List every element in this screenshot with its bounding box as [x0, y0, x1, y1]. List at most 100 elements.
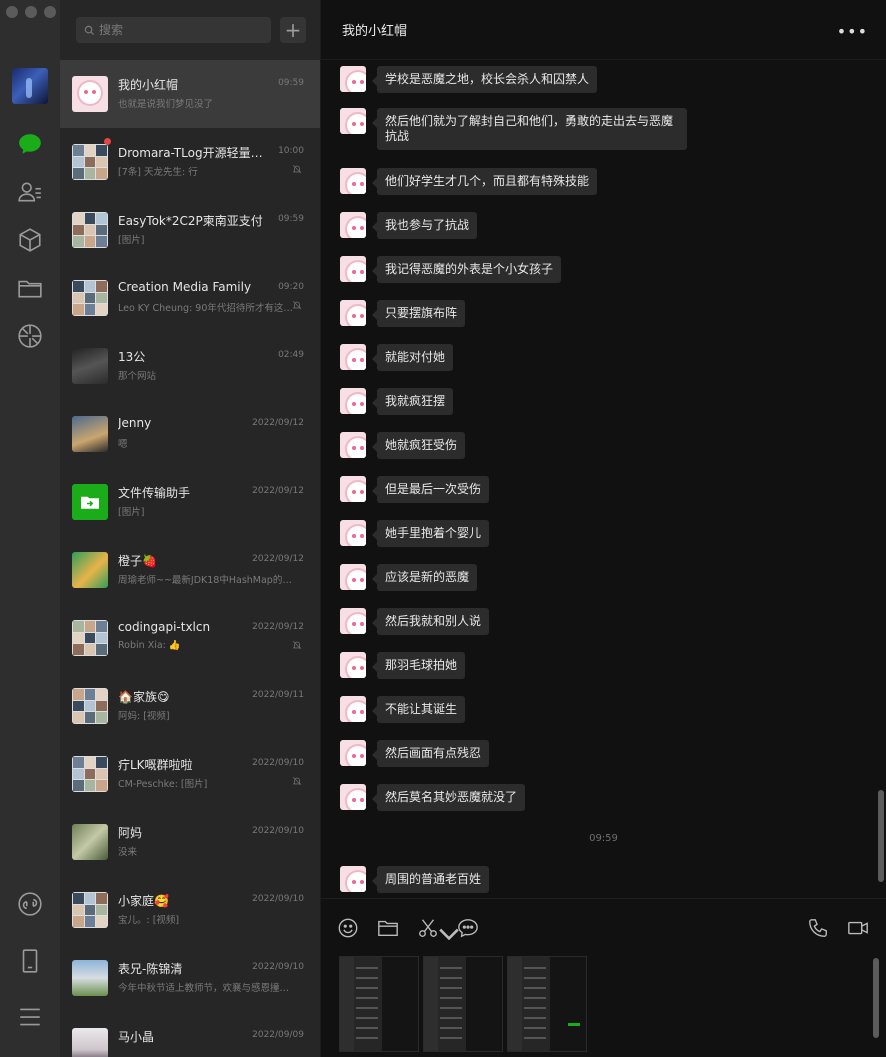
sender-avatar[interactable]: [340, 740, 366, 766]
sender-avatar[interactable]: [340, 476, 366, 502]
avatar: [72, 416, 108, 452]
message-area[interactable]: 09:59 学校是恶魔之地，校长会杀人和囚禁人 然后他们就为了解封自己和他们，勇敢…: [321, 60, 886, 898]
conversation-item[interactable]: 表兄-陈锦清 2022/09/10 今年中秋节适上教师节，欢襄与感恩撞个满...: [60, 944, 320, 1012]
conversation-item[interactable]: 阿妈 2022/09/10 没来: [60, 808, 320, 876]
zoom-window-button[interactable]: [44, 6, 56, 18]
message-input-area[interactable]: [321, 950, 886, 1057]
conversation-preview: Leo KY Cheung: 90年代招待所才有这個...: [118, 303, 293, 314]
message-bubble[interactable]: 就能对付她: [371, 344, 454, 371]
conversation-item[interactable]: 小家庭🥰 2022/09/10 宝儿。: [视频]: [60, 876, 320, 944]
conversation-item[interactable]: Creation Media Family 09:20 Leo KY Cheung:…: [60, 264, 320, 332]
conversation-preview: [图片]: [118, 507, 145, 518]
avatar: [72, 892, 108, 928]
conversation-time: 2022/09/12: [252, 554, 304, 564]
pasted-screenshot-thumbnail[interactable]: [507, 956, 587, 1052]
sender-avatar[interactable]: [340, 300, 366, 326]
chat-icon[interactable]: [16, 130, 44, 158]
sender-avatar[interactable]: [340, 108, 366, 134]
sender-avatar[interactable]: [340, 212, 366, 238]
conversation-time: 2022/09/10: [252, 894, 304, 904]
sender-avatar[interactable]: [340, 784, 366, 810]
message-bubble[interactable]: 不能让其诞生: [371, 696, 466, 723]
phone-call-icon[interactable]: [807, 917, 831, 941]
message-bubble[interactable]: 然后他们就为了解封自己和他们，勇敢的走出去与恶魔抗战: [372, 108, 687, 150]
message-bubble[interactable]: 她手里抱着个婴儿: [371, 520, 490, 547]
sender-avatar[interactable]: [340, 866, 366, 892]
message-bubble[interactable]: 她就疯狂受伤: [371, 432, 466, 459]
conversation-item[interactable]: Dromara-TLog开源轻量级日... 10:00 [7条] 天龙先生: 行: [60, 128, 320, 196]
conversation-item[interactable]: EasyTok*2C2P柬南亚支付 09:59 [图片]: [60, 196, 320, 264]
sender-avatar[interactable]: [340, 652, 366, 678]
chevron-down-icon[interactable]: [438, 923, 459, 941]
message-bubble[interactable]: 然后我就和别人说: [371, 608, 490, 635]
sender-avatar[interactable]: [340, 66, 366, 92]
conversation-item[interactable]: 🏠家族😋 2022/09/11 阿妈: [视频]: [60, 672, 320, 740]
chat-bubble-icon[interactable]: [457, 917, 481, 941]
message-bubble[interactable]: 学校是恶魔之地，校长会杀人和囚禁人: [371, 66, 598, 93]
sender-avatar[interactable]: [340, 608, 366, 634]
message-bubble[interactable]: 我就疯狂摆: [371, 388, 454, 415]
favorites-icon[interactable]: [16, 226, 44, 254]
conversation-item[interactable]: 疔LK嘅群啦啦 2022/09/10 CM-Peschke: [图片]: [60, 740, 320, 808]
conversation-item[interactable]: 橙子🍓 2022/09/12 周瑜老师~~最新JDK18中HashMap的底层...: [60, 536, 320, 604]
my-avatar[interactable]: [12, 68, 48, 104]
message-bubble[interactable]: 只要摆旗布阵: [371, 300, 466, 327]
mute-bell-icon: [292, 164, 302, 174]
conversation-name: 表兄-陈锦清: [118, 962, 183, 976]
sender-avatar[interactable]: [340, 168, 366, 194]
message-bubble[interactable]: 然后画面有点残忍: [371, 740, 490, 767]
message: 周围的普通老百姓: [340, 866, 490, 893]
search-box[interactable]: [76, 17, 271, 43]
close-window-button[interactable]: [6, 6, 18, 18]
message-bubble[interactable]: 周围的普通老百姓: [371, 866, 490, 893]
conversation-item[interactable]: 我的小红帽 09:59 也就是说我们梦见没了: [60, 60, 320, 128]
search-row: +: [60, 0, 320, 60]
message-bubble[interactable]: 然后莫名其妙恶魔就没了: [371, 784, 526, 811]
message-bubble[interactable]: 我记得恶魔的外表是个小女孩子: [371, 256, 562, 283]
menu-icon[interactable]: [16, 1003, 44, 1031]
conversation-name: EasyTok*2C2P柬南亚支付: [118, 214, 263, 228]
emoji-icon[interactable]: [337, 917, 361, 941]
message-scrollbar[interactable]: [878, 790, 884, 882]
contacts-icon[interactable]: [16, 178, 44, 206]
folder-icon[interactable]: [377, 917, 401, 941]
sender-avatar[interactable]: [340, 696, 366, 722]
mini-program-icon[interactable]: [16, 890, 44, 918]
sender-avatar[interactable]: [340, 564, 366, 590]
sender-avatar[interactable]: [340, 520, 366, 546]
conversation-item[interactable]: 文件传输助手 2022/09/12 [图片]: [60, 468, 320, 536]
nav-rail: [0, 0, 60, 1057]
message-bubble[interactable]: 那羽毛球拍她: [371, 652, 466, 679]
message-bubble[interactable]: 应该是新的恶魔: [371, 564, 478, 591]
conversation-time: 09:20: [278, 282, 304, 292]
minimize-window-button[interactable]: [25, 6, 37, 18]
add-button[interactable]: +: [280, 17, 306, 43]
moments-icon[interactable]: [16, 322, 44, 350]
message-bubble[interactable]: 但是最后一次受伤: [371, 476, 490, 503]
search-input[interactable]: [99, 23, 259, 37]
conversation-item[interactable]: 13公 02:49 那个网站: [60, 332, 320, 400]
sender-avatar[interactable]: [340, 388, 366, 414]
sender-avatar[interactable]: [340, 344, 366, 370]
conversation-item[interactable]: codingapi-txlcn 2022/09/12 Robin Xia: 👍: [60, 604, 320, 672]
message-bubble[interactable]: 我也参与了抗战: [371, 212, 478, 239]
conversation-meta: Jenny 2022/09/12 嗯: [118, 416, 308, 452]
pasted-screenshot-thumbnail[interactable]: [423, 956, 503, 1052]
message-bubble[interactable]: 他们好学生才几个，而且都有特殊技能: [371, 168, 598, 195]
conversation-item[interactable]: Jenny 2022/09/12 嗯: [60, 400, 320, 468]
more-options-button[interactable]: •••: [837, 22, 868, 41]
sender-avatar[interactable]: [340, 432, 366, 458]
phone-icon[interactable]: [16, 947, 44, 975]
pasted-screenshot-thumbnail[interactable]: [339, 956, 419, 1052]
message: 不能让其诞生: [340, 696, 466, 723]
sender-avatar[interactable]: [340, 256, 366, 282]
conversation-item[interactable]: 马小晶 2022/09/09: [60, 1012, 320, 1057]
conversation-meta: 疔LK嘅群啦啦 2022/09/10 CM-Peschke: [图片]: [118, 756, 308, 792]
conversation-list: + 我的小红帽 09:59 也就是说我们梦见没了 Dromara-TLog开源轻量级日…: [60, 0, 321, 1057]
conversation-name: 疔LK嘅群啦啦: [118, 758, 193, 772]
avatar: [72, 280, 108, 316]
input-scrollbar[interactable]: [873, 958, 879, 1038]
video-call-icon[interactable]: [847, 917, 871, 941]
conversation-time: 2022/09/11: [252, 690, 304, 700]
files-icon[interactable]: [16, 274, 44, 302]
